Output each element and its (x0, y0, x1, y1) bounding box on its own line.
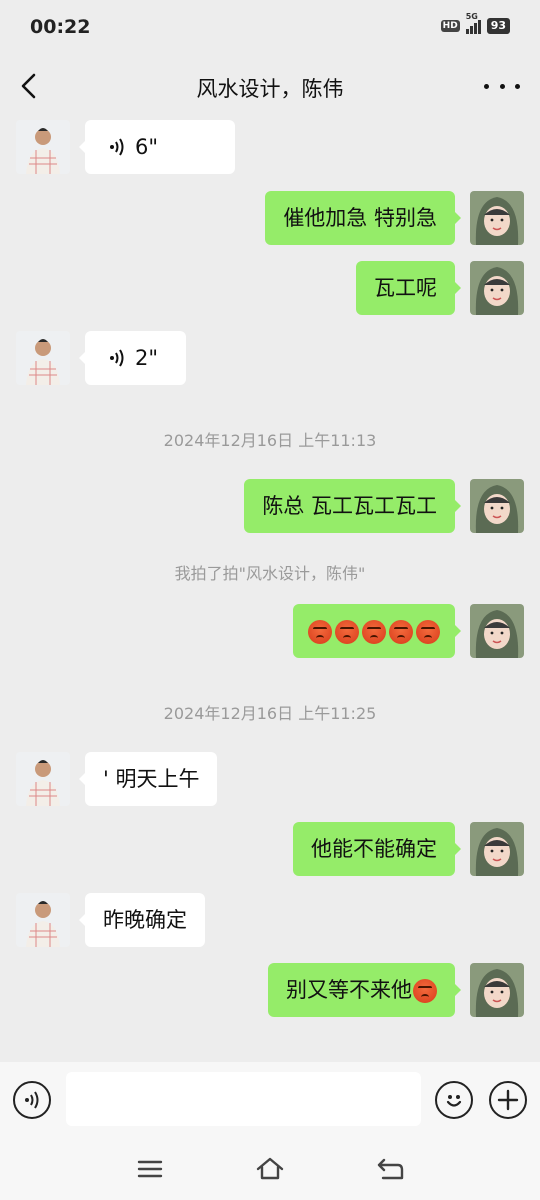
chat-title: 风水设计，陈伟 (196, 77, 344, 101)
network-type: 5G (465, 12, 478, 21)
message-row: 催他加急 特别急 (0, 191, 540, 247)
timestamp: 2024年12月16日 上午11:25 (163, 704, 377, 723)
text-message[interactable]: 瓦工呢 (356, 261, 461, 315)
hd-icon: HD (440, 20, 460, 32)
voice-message[interactable]: 6" (79, 120, 235, 174)
my-avatar[interactable] (470, 261, 524, 315)
message-row: 昨晚确定 (0, 893, 540, 949)
emoji-icon (446, 1095, 462, 1107)
message-row: 陈总 瓦工瓦工瓦工 (0, 479, 540, 535)
my-avatar[interactable] (470, 479, 524, 533)
contact-avatar[interactable] (16, 752, 70, 806)
voice-wave-icon (110, 349, 124, 367)
my-avatar[interactable] (470, 191, 524, 245)
message-row: 6" (0, 120, 540, 176)
system-navigation (0, 1138, 540, 1200)
contact-avatar[interactable] (16, 120, 70, 174)
timestamp: 2024年12月16日 上午11:13 (163, 431, 377, 450)
my-avatar[interactable] (470, 604, 524, 658)
input-bar (0, 1062, 540, 1138)
angry-face-icon (413, 979, 437, 1003)
message-row: ' 明天上午 (0, 752, 540, 808)
voice-input-icon (25, 1091, 39, 1109)
chat-header: 风水设计，陈伟 (0, 56, 540, 116)
message-row: 别又等不来他 (0, 963, 540, 1019)
status-time: 00:22 (30, 16, 91, 38)
angry-face-icon (389, 620, 413, 644)
message-row: 2" (0, 331, 540, 387)
angry-face-icon (308, 620, 332, 644)
message-text: 别又等不来他 (286, 978, 412, 1002)
more-dot-icon (484, 83, 489, 89)
emoji-message[interactable] (293, 604, 461, 658)
emoji-button[interactable] (435, 1081, 473, 1119)
my-avatar[interactable] (470, 963, 524, 1017)
battery-icon: 93 (486, 18, 510, 34)
plus-icon (497, 1089, 519, 1111)
text-message[interactable]: 昨晚确定 (79, 893, 205, 947)
my-avatar[interactable] (470, 822, 524, 876)
contact-avatar[interactable] (16, 893, 70, 947)
back-icon (377, 1158, 404, 1180)
voice-duration: 6" (135, 135, 159, 159)
more-options-button[interactable] (484, 74, 520, 98)
back-nav-button[interactable] (375, 1156, 405, 1182)
voice-wave-icon (110, 138, 124, 156)
text-message[interactable]: 陈总 瓦工瓦工瓦工 (244, 479, 461, 533)
voice-message[interactable]: 2" (79, 331, 186, 385)
status-icons: HD 5G 93 (440, 12, 510, 34)
message-row: 瓦工呢 (0, 261, 540, 317)
home-icon (256, 1157, 284, 1180)
message-input[interactable] (66, 1072, 421, 1126)
text-message[interactable]: 催他加急 特别急 (265, 191, 461, 245)
system-message: 我拍了拍"风水设计，陈伟" (174, 564, 366, 583)
status-bar: 00:22 HD 5G 93 (0, 0, 540, 56)
angry-face-icon (416, 620, 440, 644)
text-message[interactable]: 别又等不来他 (268, 963, 461, 1017)
more-tools-button[interactable] (489, 1081, 527, 1119)
voice-input-button[interactable] (13, 1081, 51, 1119)
angry-face-icon (335, 620, 359, 644)
angry-face-icon (362, 620, 386, 644)
text-message[interactable]: 他能不能确定 (293, 822, 461, 876)
signal-icon: 5G (465, 12, 481, 34)
menu-button[interactable] (136, 1156, 166, 1182)
message-row (0, 604, 540, 660)
message-row: 他能不能确定 (0, 822, 540, 878)
text-message[interactable]: ' 明天上午 (78, 752, 218, 806)
home-button[interactable] (255, 1156, 285, 1182)
contact-avatar[interactable] (16, 331, 70, 385)
voice-duration: 2" (135, 346, 159, 370)
menu-icon (137, 1160, 163, 1178)
